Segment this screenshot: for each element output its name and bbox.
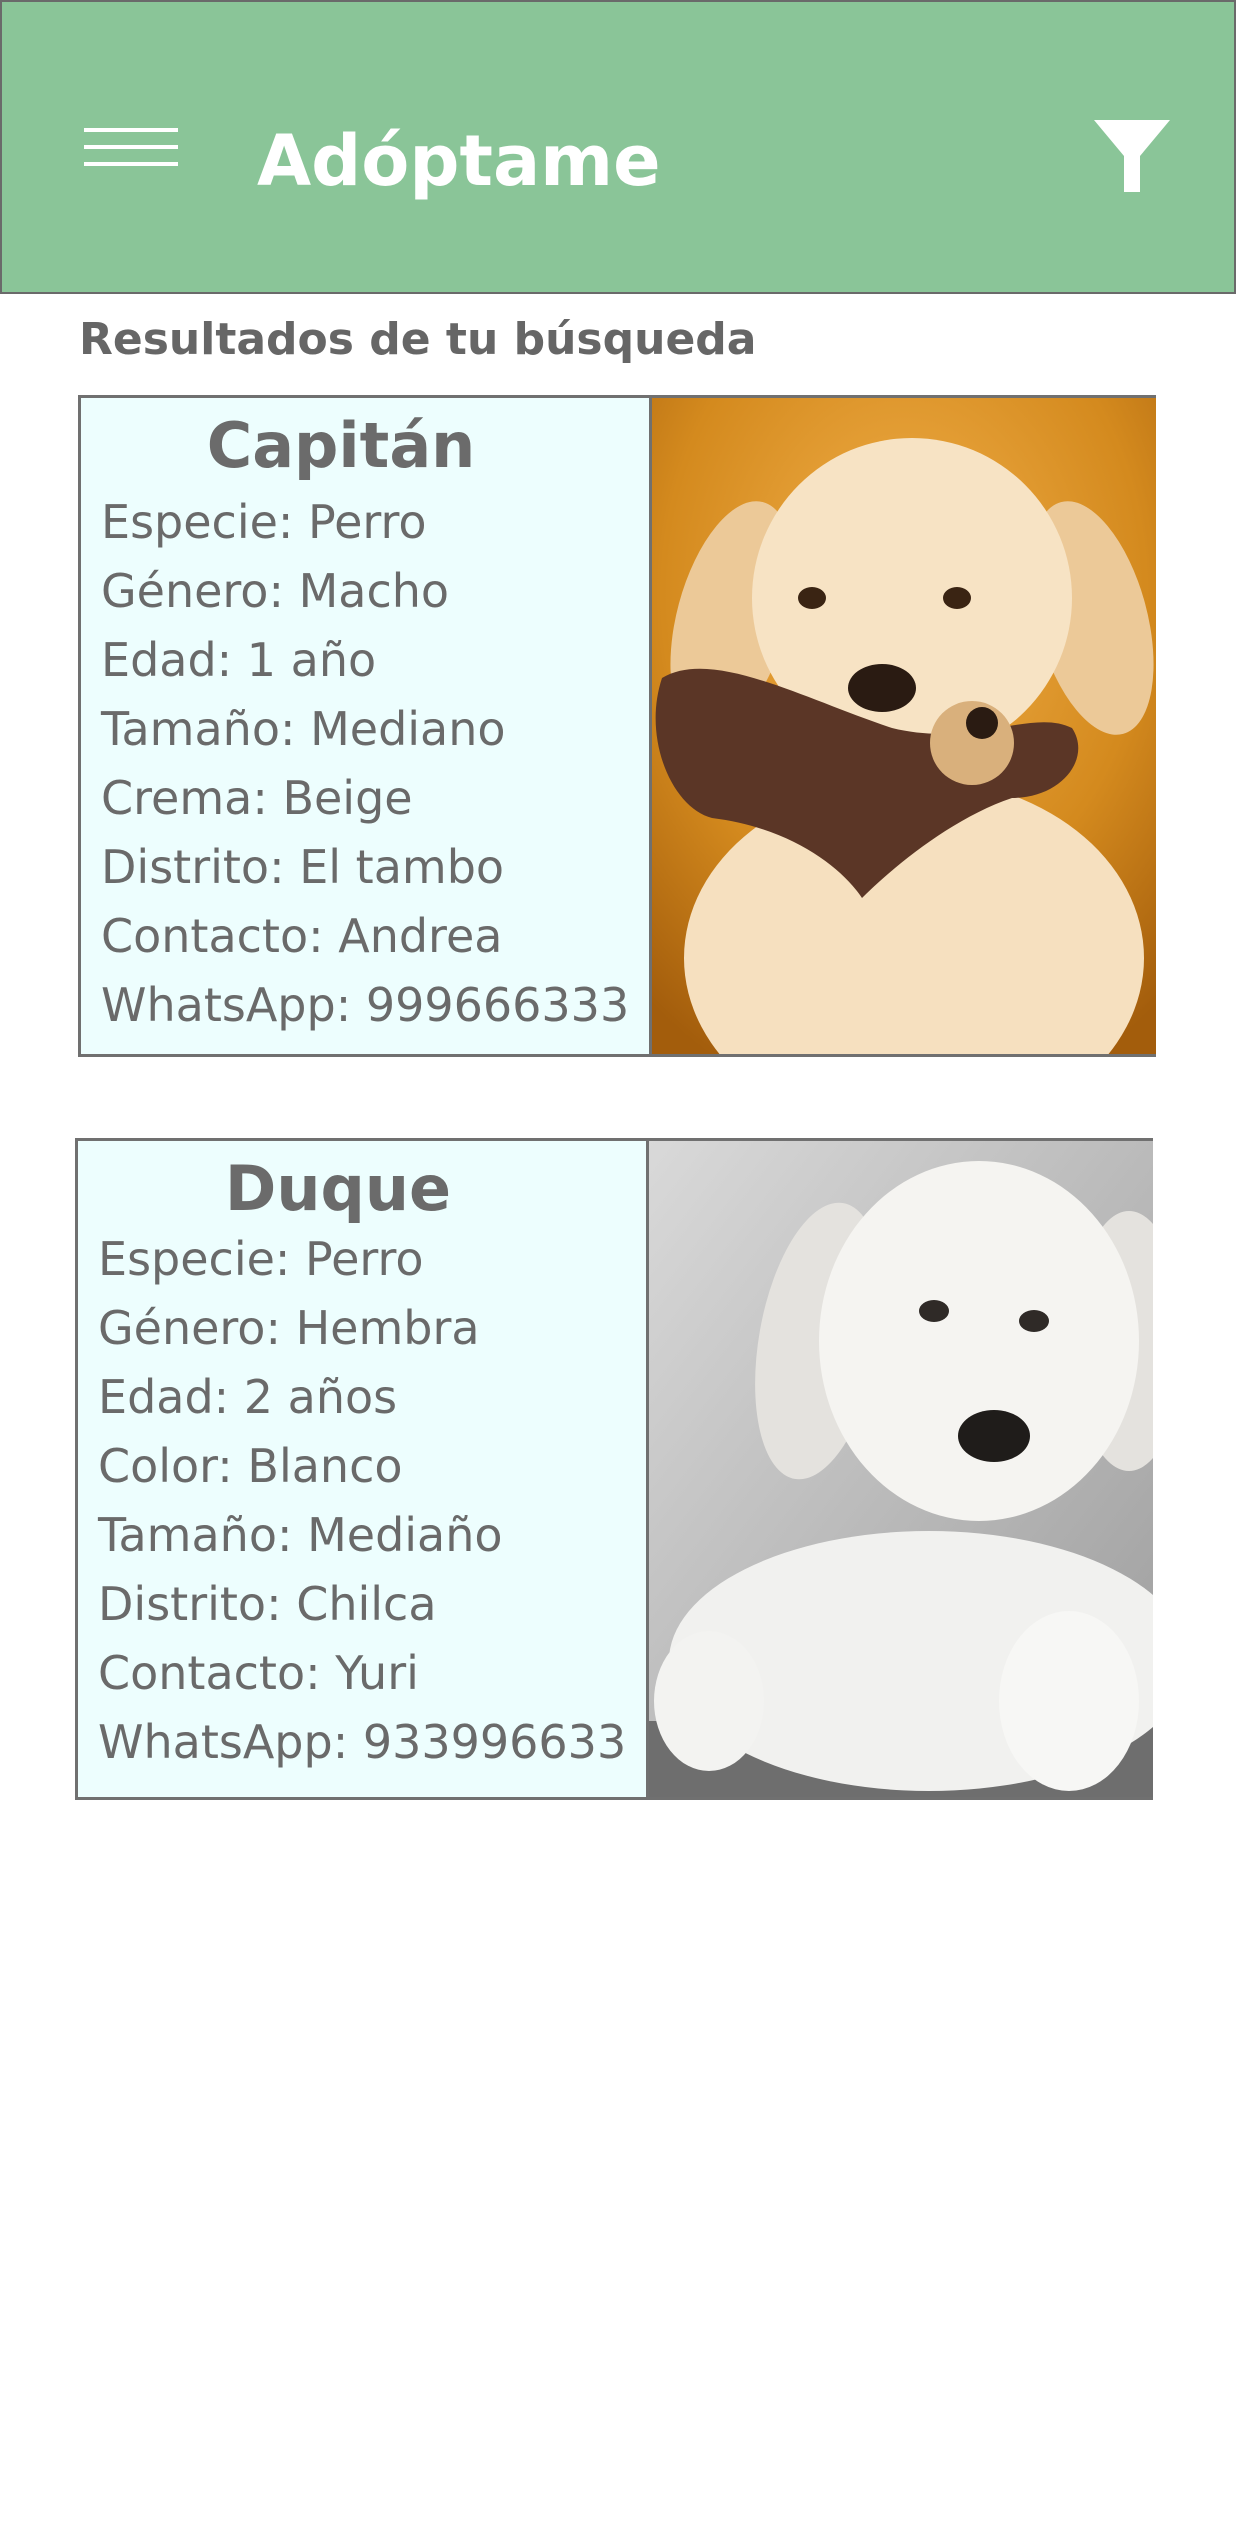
pet-color: Color: Blanco xyxy=(98,1439,403,1493)
pet-card-info: Duque Especie: Perro Género: Hembra Edad… xyxy=(78,1141,646,1797)
pet-size: Tamaño: Mediaño xyxy=(98,1508,503,1562)
pet-contact: Contacto: Andrea xyxy=(101,909,503,963)
menu-line xyxy=(84,128,178,132)
pet-card-duque[interactable]: Duque Especie: Perro Género: Hembra Edad… xyxy=(75,1138,1153,1800)
pet-size: Tamaño: Mediano xyxy=(101,702,506,756)
pet-age: Edad: 1 año xyxy=(101,633,377,687)
app-screen: Adóptame Resultados de tu búsqueda Capit… xyxy=(0,0,1236,2541)
pet-card-info: Capitán Especie: Perro Género: Macho Eda… xyxy=(81,398,649,1054)
pet-species: Especie: Perro xyxy=(98,1232,424,1286)
pet-gender: Género: Hembra xyxy=(98,1301,480,1355)
hamburger-menu-icon[interactable] xyxy=(84,128,178,168)
pet-gender: Género: Macho xyxy=(101,564,450,618)
pet-whatsapp: WhatsApp: 999666333 xyxy=(101,978,630,1032)
pet-details-list: Especie: Perro Género: Macho Edad: 1 año… xyxy=(101,488,629,1040)
pet-whatsapp: WhatsApp: 933996633 xyxy=(98,1715,627,1769)
pet-card-capitan[interactable]: Capitán Especie: Perro Género: Macho Eda… xyxy=(78,395,1156,1057)
pet-contact: Contacto: Yuri xyxy=(98,1646,419,1700)
results-heading: Resultados de tu búsqueda xyxy=(79,314,757,365)
app-title: Adóptame xyxy=(257,120,661,202)
menu-line xyxy=(84,162,178,166)
pet-name: Duque xyxy=(224,1152,452,1225)
filter-funnel-icon[interactable] xyxy=(1090,116,1174,196)
pet-details-list: Especie: Perro Género: Hembra Edad: 2 añ… xyxy=(98,1225,626,1777)
pet-age: Edad: 2 años xyxy=(98,1370,398,1424)
pet-photo xyxy=(649,398,1156,1054)
pet-district: Distrito: El tambo xyxy=(101,840,505,894)
pet-photo xyxy=(646,1141,1153,1797)
pet-species: Especie: Perro xyxy=(101,495,427,549)
app-bar: Adóptame xyxy=(0,0,1236,294)
pet-color: Crema: Beige xyxy=(101,771,413,825)
menu-line xyxy=(84,145,178,149)
pet-district: Distrito: Chilca xyxy=(98,1577,437,1631)
pet-name: Capitán xyxy=(206,409,476,482)
